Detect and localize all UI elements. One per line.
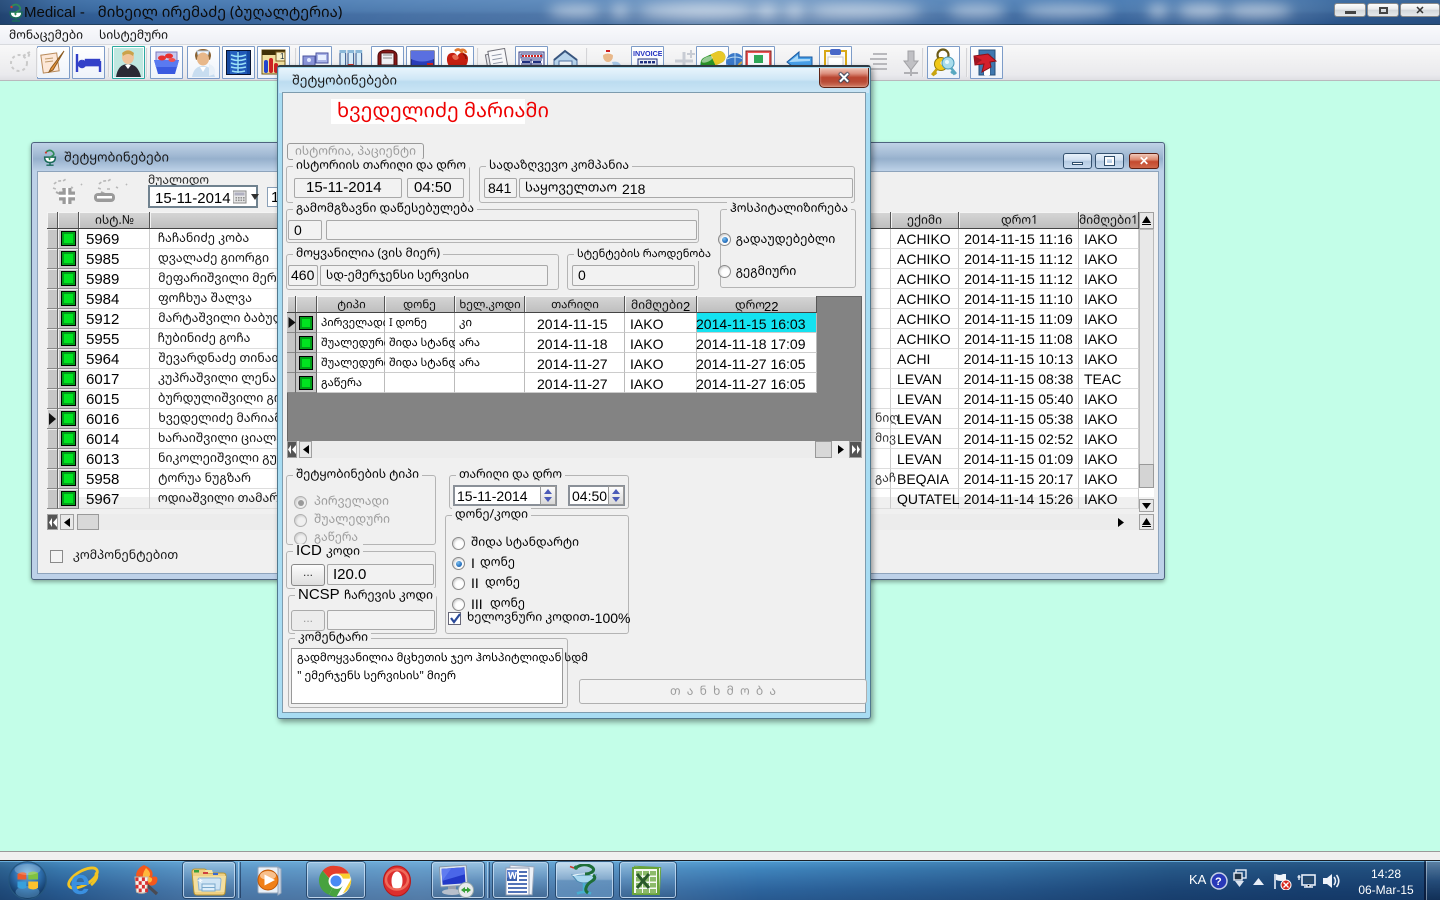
svg-text:e: e	[70, 864, 90, 898]
svg-text:?: ?	[1215, 876, 1222, 888]
svg-text:INVOICE: INVOICE	[633, 49, 662, 58]
svg-text:1: 1	[280, 52, 285, 61]
